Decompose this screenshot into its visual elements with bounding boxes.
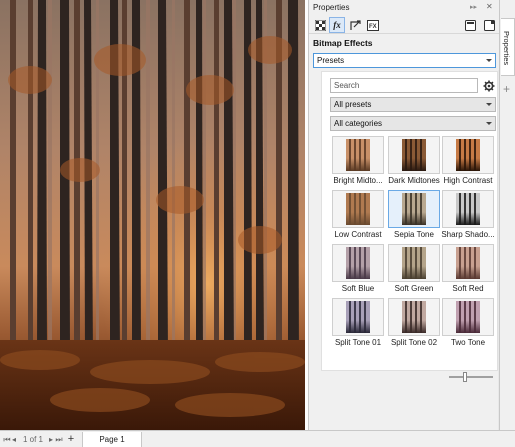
preset-thumbnail bbox=[402, 301, 426, 333]
preset-tile[interactable]: Soft Blue bbox=[332, 244, 384, 293]
panel-close-icon[interactable]: ✕ bbox=[486, 2, 493, 11]
preset-tile[interactable]: Two Tone bbox=[442, 298, 494, 347]
preset-label: Sepia Tone bbox=[394, 230, 434, 239]
preset-tile[interactable]: Sepia Tone bbox=[388, 190, 440, 239]
transform-icon[interactable] bbox=[347, 17, 363, 33]
preset-tile[interactable]: Bright Midto... bbox=[332, 136, 384, 185]
first-page-icon[interactable]: ⏮ bbox=[3, 433, 11, 446]
preset-thumbnail bbox=[346, 301, 370, 333]
preset-thumbnail-frame bbox=[388, 298, 440, 336]
preset-label: High Contrast bbox=[443, 176, 493, 185]
page-count: 1 of 1 bbox=[22, 435, 43, 444]
slider-thumb[interactable] bbox=[463, 372, 467, 382]
gear-icon[interactable] bbox=[482, 78, 496, 93]
page-navigator: ⏮ ◂ 1 of 1 ▸ ⏭ + Page 1 bbox=[0, 430, 515, 447]
preset-thumbnail bbox=[456, 247, 480, 279]
app-window: Properties ▸▸ ✕ fx FX Bitmap Effects Pre… bbox=[0, 0, 515, 447]
presets-dropdown-label: Presets bbox=[317, 56, 345, 65]
checker-icon[interactable] bbox=[312, 17, 328, 33]
fx-icon[interactable]: fx bbox=[329, 17, 345, 33]
preset-thumbnail bbox=[402, 247, 426, 279]
preset-tile[interactable]: Soft Green bbox=[388, 244, 440, 293]
preset-thumbnail-frame bbox=[442, 136, 494, 174]
preset-tile[interactable]: High Contrast bbox=[442, 136, 494, 185]
slider-track bbox=[449, 376, 493, 378]
preset-label: Low Contrast bbox=[334, 230, 382, 239]
chevron-down-icon bbox=[486, 59, 492, 62]
categories-filter-label: All categories bbox=[334, 119, 383, 128]
presets-filter-label: All presets bbox=[334, 100, 372, 109]
svg-text:FX: FX bbox=[369, 24, 377, 30]
docker-tabs: Properties + bbox=[499, 0, 515, 430]
docker-tab-label: Properties bbox=[502, 31, 511, 66]
preset-thumbnail bbox=[456, 139, 480, 171]
preset-thumbnail-frame bbox=[332, 244, 384, 282]
preset-label: Bright Midto... bbox=[333, 176, 383, 185]
preset-thumbnail-frame bbox=[388, 136, 440, 174]
preset-thumbnail-frame bbox=[442, 190, 494, 228]
preset-label: Sharp Shado... bbox=[441, 230, 495, 239]
panel-title: Properties bbox=[313, 3, 350, 12]
preset-tile[interactable]: Sharp Shado... bbox=[441, 190, 495, 239]
preset-thumbnail-frame bbox=[332, 136, 384, 174]
thumbnail-size-slider[interactable] bbox=[449, 372, 493, 382]
document-canvas[interactable] bbox=[0, 0, 305, 430]
search-field[interactable] bbox=[330, 78, 478, 93]
preset-thumbnail bbox=[346, 193, 370, 225]
preset-label: Two Tone bbox=[450, 338, 486, 347]
search-input[interactable] bbox=[331, 79, 471, 92]
page-tab[interactable]: Page 1 bbox=[82, 432, 142, 447]
preset-label: Split Tone 01 bbox=[334, 338, 382, 347]
panel-pin-icon[interactable]: ▸▸ bbox=[470, 3, 477, 11]
preset-thumbnail-frame bbox=[332, 298, 384, 336]
properties-panel: Properties ▸▸ ✕ fx FX Bitmap Effects Pre… bbox=[308, 0, 500, 430]
preset-thumbnail-frame bbox=[442, 298, 494, 336]
preset-tile[interactable]: Split Tone 02 bbox=[388, 298, 440, 347]
preset-label: Split Tone 02 bbox=[390, 338, 438, 347]
preset-tile[interactable]: Soft Red bbox=[442, 244, 494, 293]
presets-dropdown[interactable]: Presets bbox=[313, 53, 496, 68]
effects-tabstrip: fx FX bbox=[309, 16, 500, 34]
chevron-down-icon bbox=[486, 103, 492, 106]
preset-tile[interactable]: Split Tone 01 bbox=[332, 298, 384, 347]
page-tab-label: Page 1 bbox=[99, 435, 125, 444]
preset-thumbnail-frame bbox=[332, 190, 384, 228]
docker-tab-properties[interactable]: Properties bbox=[501, 18, 515, 76]
preset-thumbnail bbox=[402, 139, 426, 171]
forest-photo[interactable] bbox=[0, 0, 305, 430]
preset-thumbnail bbox=[456, 301, 480, 333]
add-page-icon[interactable]: + bbox=[66, 433, 76, 446]
preset-label: Soft Blue bbox=[341, 284, 375, 293]
preset-thumbnail bbox=[402, 193, 426, 225]
frame-corner-icon[interactable] bbox=[481, 17, 497, 33]
preset-label: Soft Green bbox=[394, 284, 434, 293]
preset-browser: All presets All categories Bright Midto.… bbox=[321, 71, 498, 382]
preset-tile[interactable]: Low Contrast bbox=[332, 190, 384, 239]
add-docker-icon[interactable]: + bbox=[503, 82, 510, 96]
preset-tile[interactable]: Dark Midtones bbox=[388, 136, 440, 185]
preset-thumbnail bbox=[456, 193, 480, 225]
frame-icon[interactable] bbox=[462, 17, 478, 33]
preset-thumbnail-frame bbox=[388, 244, 440, 282]
preset-thumbnail-frame bbox=[442, 244, 494, 282]
preset-thumbnail bbox=[346, 139, 370, 171]
last-page-icon[interactable]: ⏭ bbox=[54, 433, 64, 446]
categories-filter-select[interactable]: All categories bbox=[330, 116, 496, 131]
preset-label: Soft Red bbox=[452, 284, 484, 293]
fx-star-icon[interactable]: FX bbox=[365, 17, 381, 33]
preset-thumbnail bbox=[346, 247, 370, 279]
chevron-down-icon bbox=[486, 122, 492, 125]
preset-label: Dark Midtones bbox=[388, 176, 440, 185]
presets-filter-select[interactable]: All presets bbox=[330, 97, 496, 112]
section-title: Bitmap Effects bbox=[313, 38, 373, 48]
preset-thumbnail-frame bbox=[388, 190, 440, 228]
